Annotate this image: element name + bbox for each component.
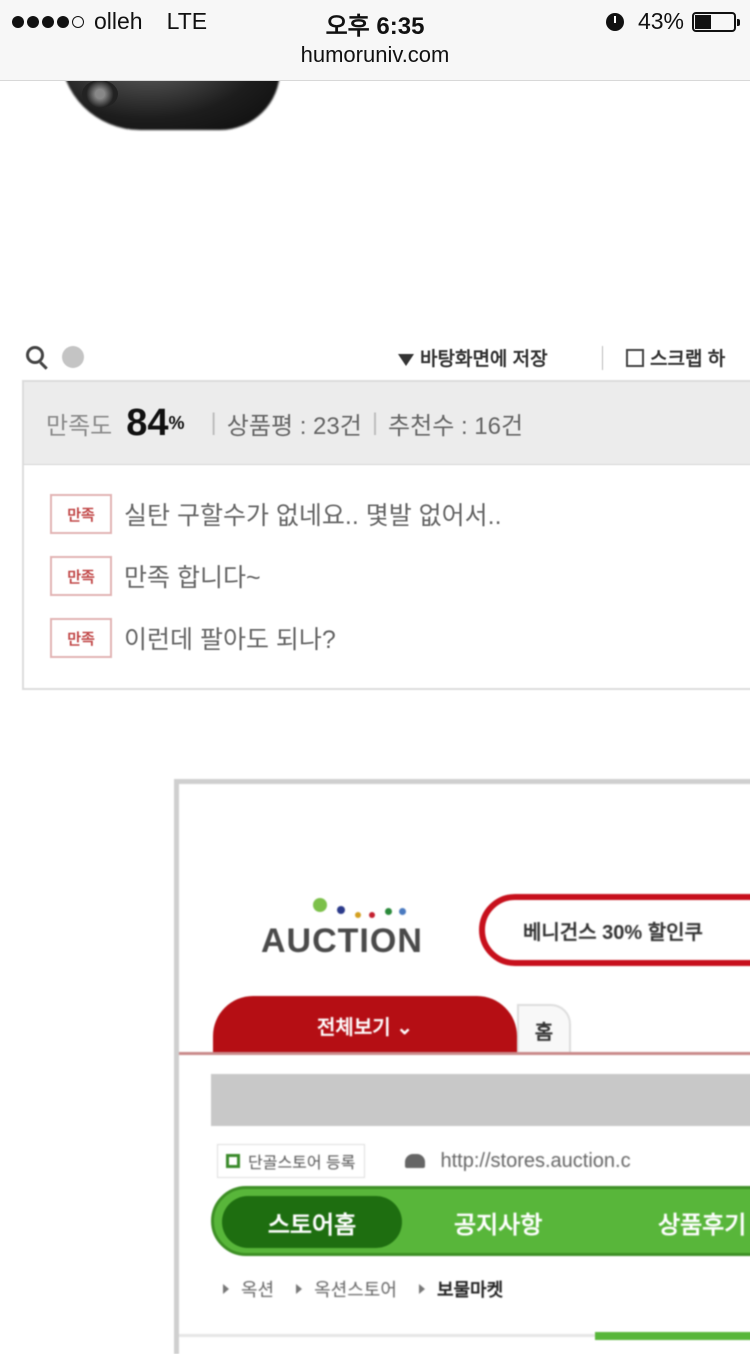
circle-icon[interactable] — [62, 346, 84, 368]
logo-dot — [337, 906, 345, 914]
save-wallpaper-button[interactable]: 바탕화면에 저장 — [398, 344, 548, 371]
satisfaction-label: 만족도 — [46, 412, 113, 440]
logo-dot — [385, 908, 392, 915]
battery-tip — [737, 18, 740, 26]
status-bar: olleh LTE 오후 6:35 43% humoruniv.com — [0, 0, 750, 81]
logo-dot — [369, 912, 375, 918]
search-icon[interactable] — [26, 346, 44, 364]
store-url[interactable]: http://stores.auction.c — [441, 1150, 631, 1173]
stat-divider: | — [371, 409, 379, 436]
alarm-clock-icon — [605, 12, 624, 31]
breadcrumb-item[interactable]: 옥션 — [241, 1276, 274, 1302]
review-toolbar: 바탕화면에 저장 스크랩 하 — [22, 330, 750, 380]
stat-divider: | — [210, 409, 217, 436]
nav-notice[interactable]: 공지사항 — [454, 1205, 542, 1240]
save-wallpaper-label: 바탕화면에 저장 — [420, 349, 548, 370]
review-count: 상품평 : 23건 — [226, 412, 362, 440]
tab-view-all[interactable]: 전체보기 ⌄ — [213, 996, 517, 1054]
download-icon — [398, 353, 414, 366]
chevron-right-icon — [223, 1284, 229, 1294]
satisfied-badge: 만족 — [50, 618, 112, 658]
status-right: 43% — [605, 8, 740, 35]
promo-search-box[interactable]: 베니건스 30% 할인쿠 — [479, 894, 750, 966]
green-accent-bar — [595, 1332, 750, 1340]
satisfaction-value: 84 — [126, 401, 169, 444]
review-text: 만족 합니다~ — [124, 564, 261, 592]
logo-dot — [399, 908, 406, 915]
tab-underline — [179, 1052, 750, 1055]
store-banner — [211, 1074, 750, 1126]
review-panel: 바탕화면에 저장 스크랩 하 만족도 84 % | 상품평 : 23건 | 추천… — [22, 330, 750, 692]
breadcrumb: 옥션 옥션스토어 보물마켓 — [223, 1276, 525, 1302]
chevron-right-icon — [418, 1284, 425, 1294]
store-info-row: 단골스토어 등록 http://stores.auction.c — [217, 1144, 631, 1178]
review-text: 실탄 구할수가 없네요.. 몇발 없어서.. — [124, 502, 502, 530]
product-detail — [82, 80, 118, 108]
satisfied-badge: 만족 — [50, 556, 112, 596]
review-item[interactable]: 만족 실탄 구할수가 없네요.. 몇발 없어서.. — [50, 483, 750, 545]
nav-reviews[interactable]: 상품후기 — [658, 1205, 746, 1240]
auction-logo[interactable]: AUCTION — [261, 922, 423, 961]
toolbar-divider — [602, 346, 603, 370]
address-bar[interactable]: humoruniv.com — [0, 42, 750, 68]
tab-home[interactable]: 홈 — [517, 1004, 571, 1054]
battery-percent: 43% — [637, 8, 684, 34]
auction-screenshot: AUCTION 베니건스 30% 할인쿠 전체보기 ⌄ 홈 단골스토어 등록 h… — [174, 779, 750, 1354]
auction-logo-dots — [307, 892, 427, 922]
review-text: 이런데 팔아도 되나? — [124, 626, 336, 654]
chevron-right-icon — [296, 1284, 303, 1294]
review-list: 만족 실탄 구할수가 없네요.. 몇발 없어서.. 만족 만족 합니다~ 만족 … — [24, 465, 750, 669]
scrap-label: 스크랩 하 — [650, 349, 726, 370]
review-box: 만족도 84 % | 상품평 : 23건 | 추천수 : 16건 만족 실탄 구… — [22, 380, 750, 690]
review-item[interactable]: 만족 만족 합니다~ — [50, 545, 750, 607]
satisfaction-unit: % — [168, 412, 185, 433]
battery-fill — [695, 14, 712, 29]
store-icon — [404, 1154, 425, 1168]
scrap-button[interactable]: 스크랩 하 — [626, 344, 725, 371]
nav-store-home[interactable]: 스토어홈 — [222, 1196, 402, 1248]
recommend-count: 추천수 : 16건 — [388, 412, 524, 440]
battery-icon — [692, 11, 740, 32]
review-item[interactable]: 만족 이런데 팔아도 되나? — [50, 607, 750, 669]
scrap-icon — [626, 348, 644, 367]
favorite-store-button[interactable]: 단골스토어 등록 — [217, 1144, 365, 1178]
logo-dot — [355, 912, 361, 918]
breadcrumb-item[interactable]: 옥션스토어 — [314, 1276, 397, 1302]
breadcrumb-current: 보물마켓 — [436, 1280, 504, 1300]
logo-dot — [313, 898, 327, 912]
review-stats: 만족도 84 % | 상품평 : 23건 | 추천수 : 16건 — [24, 382, 750, 465]
plus-icon — [226, 1154, 240, 1168]
store-nav: 스토어홈 공지사항 상품후기 — [211, 1186, 750, 1256]
satisfied-badge: 만족 — [50, 494, 112, 534]
favorite-store-label: 단골스토어 등록 — [248, 1155, 356, 1172]
